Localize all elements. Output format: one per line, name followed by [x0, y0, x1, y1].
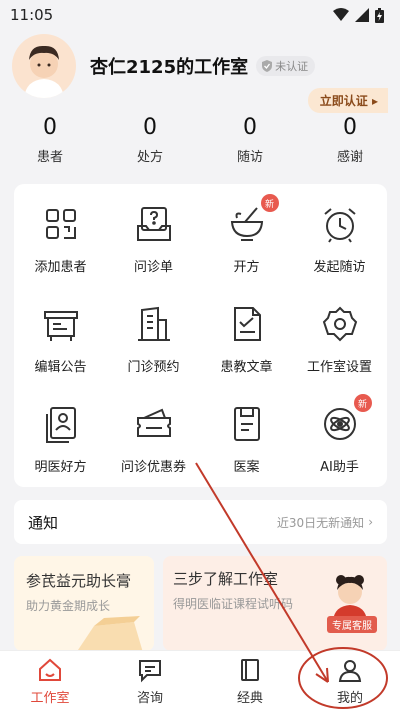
status-icons: [333, 7, 384, 23]
grid-item-label: 医案: [233, 460, 260, 475]
building-icon: [134, 304, 174, 344]
promo-card-product[interactable]: 参芪益元助长膏 助力黄金期成长: [14, 556, 154, 651]
grid-item-coupon[interactable]: 问诊优惠券: [107, 384, 200, 484]
grid-item-famous-prescriptions[interactable]: 明医好方: [14, 384, 107, 484]
grid-item-label: 编辑公告: [34, 360, 87, 375]
service-agent-illustration: [333, 575, 367, 620]
function-grid: 添加患者 问诊单 新 开方 发起随访 编辑公告 门诊预约 患教文章 工作室设置 …: [14, 184, 387, 487]
grid-item-label: 门诊预约: [127, 360, 180, 375]
coupon-icon: [134, 404, 174, 444]
grid-item-consult-form[interactable]: 问诊单: [107, 184, 200, 284]
grid-item-announcement[interactable]: 编辑公告: [14, 284, 107, 384]
bottom-tab-bar: 工作室 咨询 经典 我的: [0, 650, 400, 711]
alarm-clock-icon: [320, 204, 360, 244]
stat-value: 0: [143, 115, 157, 140]
stat-label: 患者: [36, 150, 63, 165]
stat-label: 处方: [136, 150, 163, 165]
grid-item-label: 添加患者: [34, 260, 87, 275]
badge-text: 未认证: [275, 60, 309, 73]
document-check-icon: [227, 304, 267, 344]
chat-icon: [139, 659, 161, 682]
verification-badge: 未认证: [256, 56, 316, 76]
battery-icon: [375, 7, 384, 23]
user-icon: [338, 659, 362, 682]
ai-icon: 新: [320, 394, 372, 444]
tab-studio[interactable]: 工作室: [0, 651, 100, 711]
grid-item-followup[interactable]: 发起随访: [293, 184, 386, 284]
avatar[interactable]: [12, 34, 76, 98]
grid-item-label: 明医好方: [34, 460, 87, 475]
notification-title: 通知: [28, 513, 59, 532]
status-bar: 11:05: [0, 0, 400, 30]
notification-status: 近30日无新通知 ›: [277, 514, 373, 531]
stat-value: 0: [243, 115, 257, 140]
grid-item-patient-articles[interactable]: 患教文章: [200, 284, 293, 384]
signal-icon: [355, 8, 369, 22]
product-box-illustration: [77, 616, 143, 651]
wifi-icon: [333, 8, 349, 21]
studio-name: 杏仁2125的工作室: [90, 57, 249, 78]
grid-item-prescribe[interactable]: 新 开方: [200, 184, 293, 284]
verify-button-label: 立即认证: [319, 94, 368, 108]
chevron-right-icon: ▸: [371, 94, 378, 108]
tab-consult[interactable]: 咨询: [100, 651, 200, 711]
grid-item-studio-settings[interactable]: 工作室设置: [293, 284, 386, 384]
profile-header: 杏仁2125的工作室 未认证 立即认证 ▸: [0, 30, 400, 113]
grid-item-label: 问诊单: [133, 260, 173, 275]
grid-item-case-records[interactable]: 医案: [200, 384, 293, 484]
grid-item-appointment[interactable]: 门诊预约: [107, 284, 200, 384]
tab-classics[interactable]: 经典: [200, 651, 300, 711]
doctor-doc-icon: [41, 404, 81, 444]
grid-item-add-patient[interactable]: 添加患者: [14, 184, 107, 284]
chevron-right-icon: ›: [368, 515, 373, 529]
grid-item-label: 患教文章: [220, 360, 273, 375]
grid-item-label: 问诊优惠券: [120, 460, 186, 475]
tab-label: 工作室: [30, 690, 70, 706]
stat-thanks[interactable]: 0 感谢: [300, 114, 400, 165]
stat-prescriptions[interactable]: 0 处方: [100, 114, 200, 165]
tab-label: 咨询: [136, 690, 163, 706]
grid-item-label: 发起随访: [313, 260, 366, 275]
grid-item-label: AI助手: [320, 460, 359, 475]
grid-item-label: 工作室设置: [306, 360, 372, 375]
home-icon: [39, 658, 61, 681]
folder-icon: [227, 404, 267, 444]
customer-service-tag[interactable]: 专属客服: [327, 616, 377, 633]
notification-bar[interactable]: 通知 近30日无新通知 ›: [14, 500, 387, 544]
stat-value: 0: [43, 115, 57, 140]
grid-item-ai-assistant[interactable]: 新 AI助手: [293, 384, 386, 484]
verify-now-button[interactable]: 立即认证 ▸: [307, 88, 388, 113]
stat-label: 感谢: [336, 150, 363, 165]
mortar-icon: 新: [227, 194, 279, 244]
new-badge: 新: [260, 194, 279, 212]
stat-value: 0: [343, 115, 357, 140]
board-icon: [41, 304, 81, 344]
question-doc-icon: [134, 204, 174, 244]
stats-row: 0 患者 0 处方 0 随访 0 感谢: [0, 114, 400, 165]
book-icon: [241, 658, 259, 681]
shield-icon: [262, 60, 273, 72]
stat-patients[interactable]: 0 患者: [0, 114, 100, 165]
status-time: 11:05: [10, 6, 54, 24]
tab-label: 我的: [336, 690, 363, 706]
qr-icon: [41, 204, 81, 244]
stat-followups[interactable]: 0 随访: [200, 114, 300, 165]
tab-mine[interactable]: 我的: [300, 651, 400, 711]
grid-item-label: 开方: [233, 260, 260, 275]
stat-label: 随访: [236, 150, 263, 165]
promo-card-studio-guide[interactable]: 三步了解工作室 得明医临证课程试听码 专属客服: [163, 556, 387, 651]
notification-status-text: 近30日无新通知: [276, 515, 365, 530]
promo-title: 参芪益元助长膏: [26, 572, 132, 590]
new-badge: 新: [353, 394, 372, 412]
tab-label: 经典: [236, 690, 263, 706]
promo-subtitle: 助力黄金期成长: [26, 599, 111, 613]
gear-icon: [320, 304, 360, 344]
